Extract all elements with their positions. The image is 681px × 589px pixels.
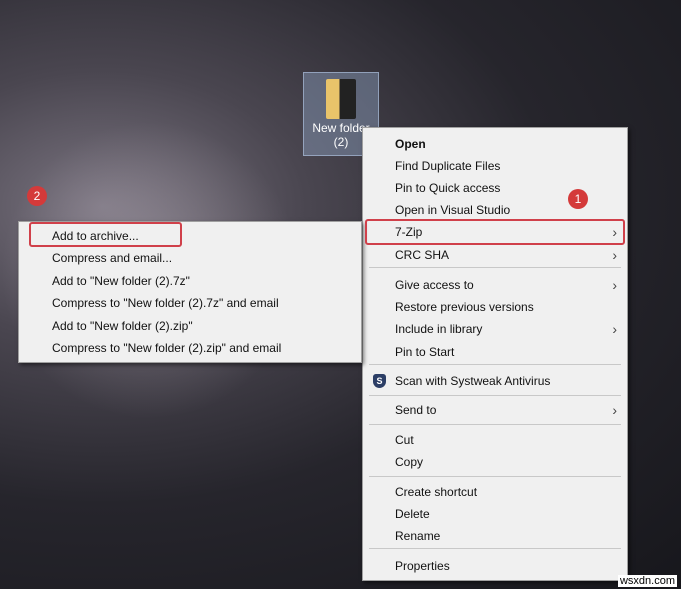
menu-separator [369,267,621,268]
menu-item-label: Find Duplicate Files [395,159,501,173]
menu-item-rename[interactable]: Rename [363,525,627,547]
highlight-7zip [365,219,625,245]
folder-icon [326,79,356,119]
chevron-right-icon: › [612,402,617,418]
step-badge-2: 2 [27,186,47,206]
menu-item-delete[interactable]: Delete [363,503,627,525]
menu-item-label: Scan with Systweak Antivirus [395,374,551,388]
menu-item-pin-to-start[interactable]: Pin to Start [363,341,627,363]
step-badge-1: 1 [568,189,588,209]
menu-item-label: Open in Visual Studio [395,203,511,217]
menu-separator [369,476,621,477]
submenu-item[interactable]: Compress to "New folder (2).7z" and emai… [19,292,361,314]
menu-item-label: Send to [395,403,437,417]
menu-item-label: Cut [395,433,414,447]
menu-item-label: Properties [395,559,450,573]
menu-separator [369,395,621,396]
menu-item-find-duplicate-files[interactable]: Find Duplicate Files [363,155,627,177]
menu-item-cut[interactable]: Cut [363,429,627,451]
menu-item-label: Include in library [395,322,483,336]
context-menu: Open Find Duplicate Files Pin to Quick acc… [362,127,628,581]
menu-item-create-shortcut[interactable]: Create shortcut [363,481,627,503]
menu-item-label: Open [395,137,426,151]
menu-item-label: CRC SHA [395,248,450,262]
submenu-item[interactable]: Add to "New folder (2).zip" [19,315,361,337]
watermark: wsxdn.com [617,575,677,587]
menu-item-label: Rename [395,529,441,543]
menu-item-label: Copy [395,455,424,469]
shield-icon: S [373,374,386,388]
menu-item-include-in-library[interactable]: Include in library › [363,318,627,340]
submenu-item[interactable]: Compress and email... [19,247,361,269]
menu-separator [369,548,621,549]
menu-item-scan-with-systweak-antivirus[interactable]: S Scan with Systweak Antivirus [363,370,627,392]
menu-item-open[interactable]: Open [363,133,627,155]
chevron-right-icon: › [612,247,617,263]
menu-separator [369,364,621,365]
menu-item-label: Pin to Start [395,345,455,359]
chevron-right-icon: › [612,321,617,337]
highlight-add-to-archive [29,222,182,247]
menu-separator [369,424,621,425]
menu-item-copy[interactable]: Copy [363,451,627,473]
menu-item-properties[interactable]: Properties [363,555,627,577]
menu-item-label: Create shortcut [395,485,478,499]
menu-item-crc-sha[interactable]: CRC SHA › [363,244,627,266]
chevron-right-icon: › [612,277,617,293]
menu-item-label: Restore previous versions [395,300,534,314]
menu-item-restore-previous-versions[interactable]: Restore previous versions [363,296,627,318]
submenu-item[interactable]: Add to "New folder (2).7z" [19,270,361,292]
menu-item-label: Delete [395,507,430,521]
menu-item-send-to[interactable]: Send to › [363,399,627,421]
menu-item-give-access-to[interactable]: Give access to › [363,274,627,296]
menu-item-label: Pin to Quick access [395,181,501,195]
menu-item-label: Give access to [395,278,474,292]
submenu-item[interactable]: Compress to "New folder (2).zip" and ema… [19,337,361,359]
